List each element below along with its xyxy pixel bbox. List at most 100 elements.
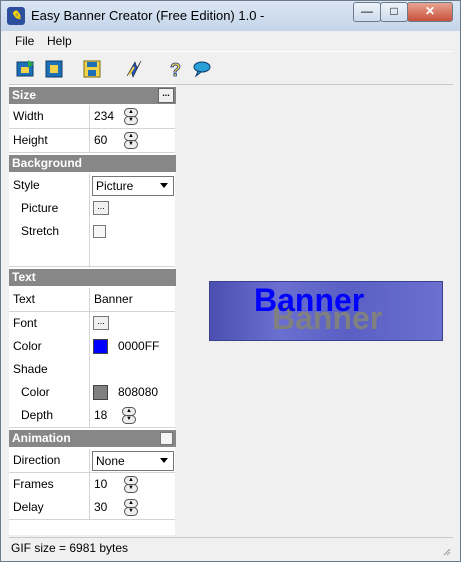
shade-color-value: 808080 [118,385,159,399]
svg-text:?: ? [170,60,181,80]
client-area: Size ... Width 234 ▲ ▼ Height 60 ▲ ▼ Backg… [9,85,453,535]
width-label: Width [13,109,44,123]
frames-spinner[interactable]: ▲ ▼ [124,476,138,493]
maximize-button[interactable]: □ [380,2,408,22]
text-label: Text [13,292,36,306]
style-cell: Picture [89,174,175,197]
empty-cell [89,243,175,266]
text-color-swatch[interactable] [93,339,108,354]
shade-color-row: Color 808080 [9,381,175,405]
delay-spinner[interactable]: ▲ ▼ [124,499,138,516]
pen-icon: ✎ [7,7,25,25]
width-row: Width 234 ▲ ▼ [9,105,175,129]
style-label: Style [13,178,40,192]
empty-row [9,243,175,267]
color-row: Color 0000FF [9,335,175,359]
picture-browse-button[interactable]: ... [93,201,109,215]
banner-preview: Banner Banner [209,281,443,341]
text-cell: Banner [89,288,175,311]
font-browse-button[interactable]: ... [93,316,109,330]
height-label: Height [13,133,48,147]
spin-down-icon[interactable]: ▼ [124,140,138,149]
font-row: Font ... [9,312,175,336]
delay-row: Delay 30 ▲ ▼ [9,496,175,520]
width-cell: 234 ▲ ▼ [89,105,175,128]
title-bar[interactable]: ✎ Easy Banner Creator (Free Edition) 1.0… [1,1,460,31]
depth-spinner[interactable]: ▲ ▼ [122,407,136,424]
open-icon[interactable] [15,58,37,80]
window-title: Easy Banner Creator (Free Edition) 1.0 - [31,8,265,23]
delay-value[interactable]: 30 [94,500,107,514]
spin-down-icon[interactable]: ▼ [124,116,138,125]
style-row: Style Picture [9,174,175,198]
depth-value[interactable]: 18 [94,408,107,422]
height-row: Height 60 ▲ ▼ [9,129,175,153]
chevron-down-icon [160,183,168,188]
width-spinner[interactable]: ▲ ▼ [124,108,138,125]
app-window: ✎ Easy Banner Creator (Free Edition) 1.0… [0,0,461,562]
spin-down-icon[interactable]: ▼ [124,507,138,516]
text-value[interactable]: Banner [94,292,133,306]
spin-down-icon[interactable]: ▼ [124,484,138,493]
new-icon[interactable] [43,58,65,80]
menu-help[interactable]: Help [47,34,72,48]
picture-row: Picture ... [9,197,175,221]
feedback-icon[interactable] [191,58,213,80]
shade-color-swatch[interactable] [93,385,108,400]
close-button[interactable]: ✕ [407,2,453,22]
shade-row: Shade [9,358,175,382]
size-header-label: Size [12,88,37,102]
font-label: Font [13,316,38,330]
frames-label: Frames [13,477,54,491]
banner-text: Banner [254,282,365,318]
save-icon[interactable] [81,58,103,80]
direction-select[interactable]: None [92,451,174,471]
picture-label: Picture [21,201,59,215]
color-cell: 0000FF [89,335,175,358]
animation-header: Animation [9,430,176,447]
text-header: Text [9,269,176,286]
stretch-checkbox[interactable] [93,225,106,238]
direction-value: None [96,454,125,468]
spin-down-icon[interactable]: ▼ [122,415,136,424]
frames-value[interactable]: 10 [94,477,107,491]
generate-icon[interactable] [123,58,145,80]
shade-color-cell: 808080 [89,381,175,404]
shade-label: Shade [13,362,48,376]
font-cell: ... [89,312,175,335]
size-options-button[interactable]: ... [158,88,174,103]
depth-row: Depth 18 ▲ ▼ [9,404,175,428]
style-value: Picture [96,179,134,193]
background-header: Background [9,155,176,172]
text-row: Text Banner [9,288,175,312]
help-icon[interactable]: ? [165,58,187,80]
style-select[interactable]: Picture [92,176,174,196]
toolbar: ? [9,51,453,85]
resize-grip-icon[interactable] [441,546,451,556]
height-value[interactable]: 60 [94,133,107,147]
color-label: Color [13,339,42,353]
stretch-row: Stretch [9,220,175,244]
chevron-down-icon [160,458,168,463]
direction-row: Direction None [9,449,175,473]
animation-header-label: Animation [12,431,71,445]
direction-cell: None [89,449,175,472]
delay-cell: 30 ▲ ▼ [89,496,175,519]
shade-cell [89,358,175,381]
shade-color-label: Color [21,385,50,399]
frames-row: Frames 10 ▲ ▼ [9,473,175,497]
height-spinner[interactable]: ▲ ▼ [124,132,138,149]
minimize-button[interactable]: — [353,2,381,22]
stretch-label: Stretch [21,224,60,238]
depth-cell: 18 ▲ ▼ [89,404,175,427]
frames-cell: 10 ▲ ▼ [89,473,175,496]
animation-enable-checkbox[interactable] [160,432,173,445]
delay-label: Delay [13,500,44,514]
width-value[interactable]: 234 [94,109,114,123]
text-color-value: 0000FF [118,339,160,353]
menu-file[interactable]: File [15,34,34,48]
size-header: Size ... [9,87,176,104]
height-cell: 60 ▲ ▼ [89,129,175,152]
status-bar: GIF size = 6981 bytes [9,537,453,558]
picture-cell: ... [89,197,175,220]
